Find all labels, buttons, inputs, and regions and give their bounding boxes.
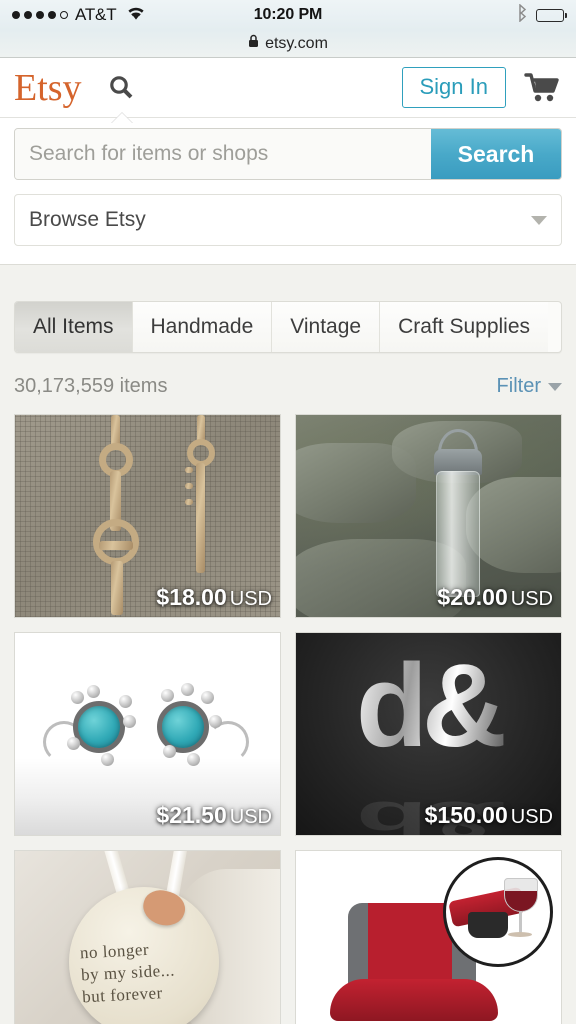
etsy-logo[interactable]: Etsy: [14, 69, 82, 107]
results-bar: 30,173,559 items Filter: [14, 375, 562, 402]
listing-card-vintage-keys[interactable]: $18.00 USD: [14, 414, 281, 618]
ornament-inscription: no longer by my side... but forever: [79, 939, 176, 1006]
search-panel-caret: [110, 112, 133, 124]
tab-all-items[interactable]: All Items: [15, 302, 133, 352]
lock-icon: [248, 34, 259, 53]
header-actions: Sign In: [401, 67, 563, 108]
browser-url-bar[interactable]: etsy.com: [0, 30, 576, 58]
listing-image: no longer by my side... but forever: [15, 851, 280, 1024]
status-bar-right: [516, 2, 567, 27]
bluetooth-icon: [516, 2, 528, 27]
site-header: Etsy Sign In: [0, 58, 576, 124]
listing-card-ceramic-ornament[interactable]: no longer by my side... but forever: [14, 850, 281, 1024]
search-icon[interactable]: [102, 68, 142, 124]
sign-in-button[interactable]: Sign In: [401, 67, 506, 108]
search-row: Search: [14, 128, 562, 180]
category-tabs: All Items Handmade Vintage Craft Supplie…: [14, 301, 562, 353]
results-count: 30,173,559 items: [14, 375, 168, 397]
listing-price: $21.50 USD: [156, 802, 272, 828]
listing-card-glass-bottle[interactable]: $20.00 USD: [295, 414, 562, 618]
search-panel: Search Browse Etsy: [0, 118, 576, 265]
search-button[interactable]: Search: [431, 129, 561, 179]
browse-etsy-label: Browse Etsy: [29, 208, 146, 231]
search-input[interactable]: [15, 129, 431, 179]
listing-price: $150.00 USD: [424, 802, 553, 828]
chevron-down-icon: [548, 382, 562, 391]
tab-craft-supplies[interactable]: Craft Supplies: [380, 302, 549, 352]
chevron-down-icon: [531, 215, 547, 225]
listing-card-camping-chair[interactable]: [295, 850, 562, 1024]
carrier-label: AT&T: [75, 5, 117, 24]
filter-button[interactable]: Filter: [497, 375, 562, 398]
logo-glyph: d&: [296, 647, 561, 765]
tab-vintage[interactable]: Vintage: [272, 302, 381, 352]
cart-icon[interactable]: [522, 71, 562, 105]
listing-card-turquoise-earrings[interactable]: $21.50 USD: [14, 632, 281, 836]
listing-grid: $18.00 USD $20.00 USD $21.50 USD d& d& $…: [14, 414, 562, 1024]
filter-label: Filter: [496, 375, 541, 397]
battery-icon: [536, 8, 567, 22]
listing-card-metallic-logo[interactable]: d& d& $150.00 USD: [295, 632, 562, 836]
browse-etsy-select[interactable]: Browse Etsy: [14, 194, 562, 246]
detail-inset: [443, 857, 553, 967]
listing-image: [296, 851, 561, 1024]
signal-strength-dots: [12, 11, 68, 19]
status-bar-left: AT&T: [12, 5, 147, 26]
listing-price: $18.00 USD: [156, 584, 272, 610]
url-text: etsy.com: [265, 34, 328, 52]
tab-handmade[interactable]: Handmade: [132, 302, 273, 352]
ios-status-bar: AT&T 10:20 PM: [0, 0, 576, 30]
wifi-icon: [125, 5, 147, 26]
main-content: All Items Handmade Vintage Craft Supplie…: [0, 301, 576, 1024]
listing-price: $20.00 USD: [437, 584, 553, 610]
